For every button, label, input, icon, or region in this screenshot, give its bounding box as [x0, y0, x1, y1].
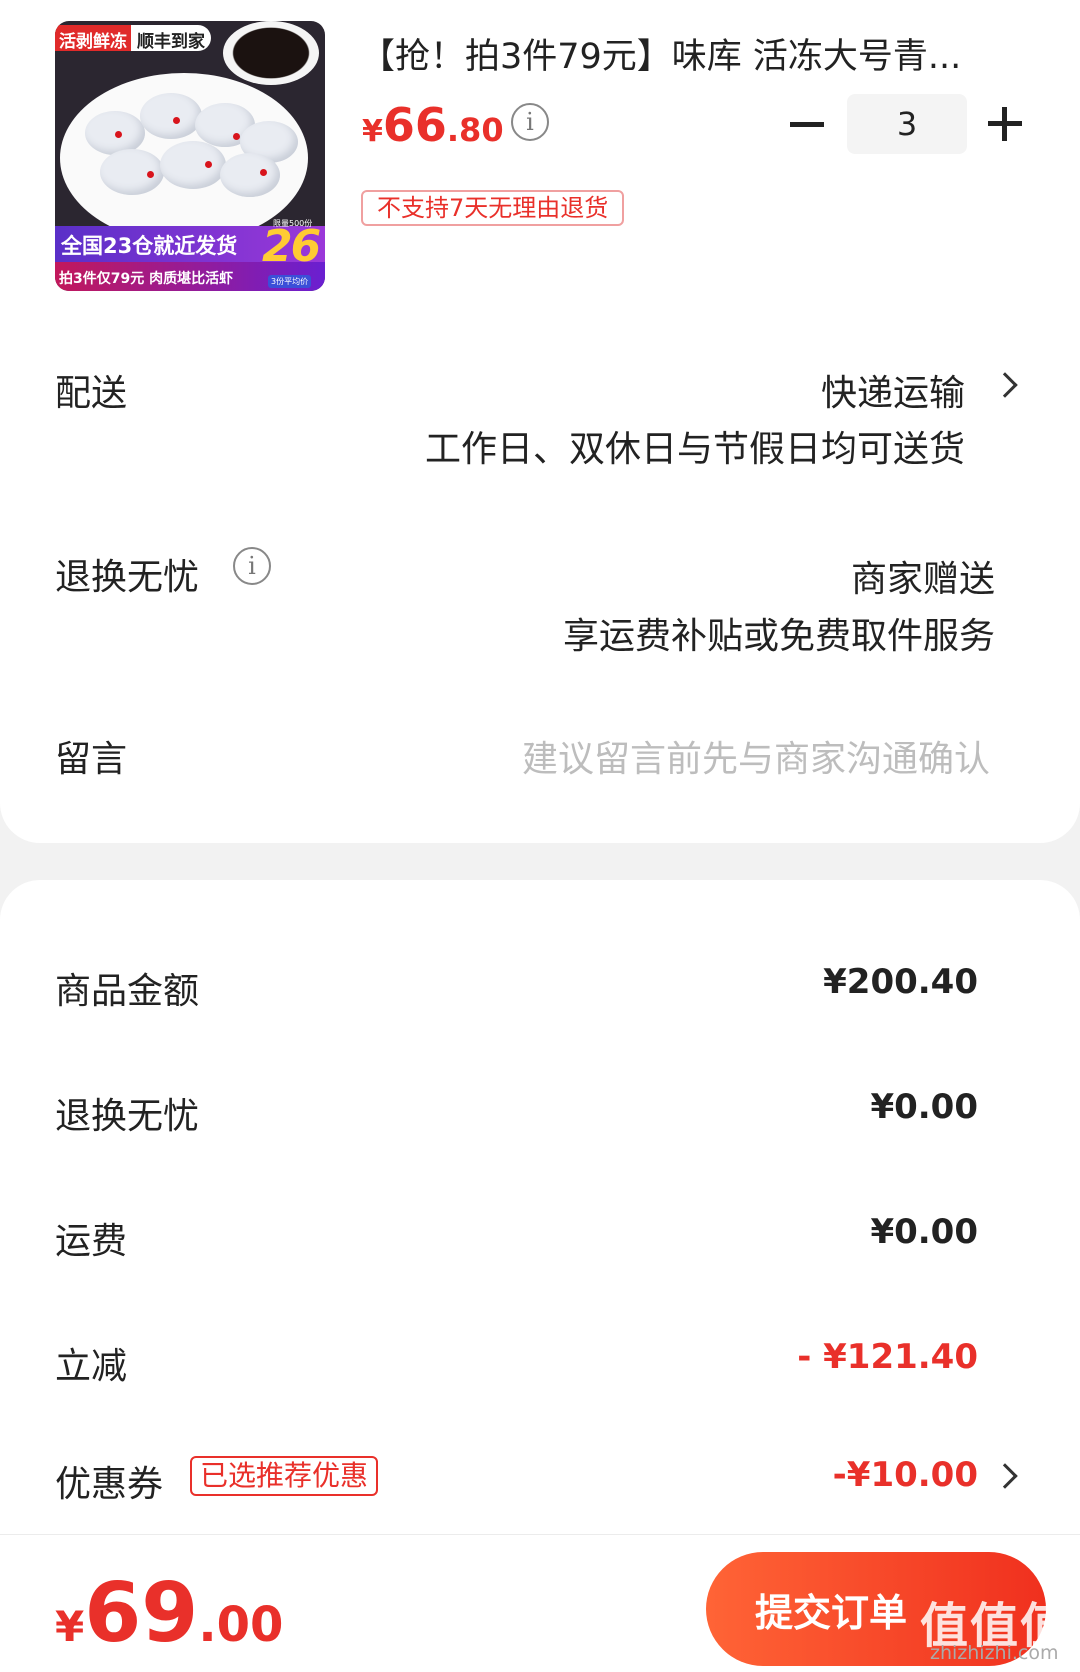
chili	[147, 171, 154, 178]
coupon-tag: 已选推荐优惠	[190, 1456, 379, 1496]
coupon-label: 优惠券	[55, 1464, 164, 1505]
image-big-number: 26	[262, 221, 321, 272]
total-decimal: .00	[198, 1597, 284, 1653]
return-fee-label: 退换无忧	[55, 1096, 200, 1137]
chili	[233, 133, 240, 140]
image-top-tag: 活剥鲜冻 顺丰到家	[55, 25, 211, 52]
image-tag-white: 顺丰到家	[131, 25, 211, 52]
quantity-input[interactable]: 3	[847, 94, 967, 154]
return-fee-value: ¥0.00	[870, 1087, 978, 1127]
shipping-label: 运费	[55, 1221, 128, 1262]
return-service-value: 商家赠送	[850, 559, 995, 600]
return-service-label: 退换无忧	[55, 557, 200, 598]
minus-icon[interactable]	[790, 122, 824, 127]
image-tag-red: 活剥鲜冻	[55, 25, 131, 52]
shrimp	[160, 141, 226, 189]
coupon-value: -¥10.00	[832, 1455, 978, 1495]
total-price: ¥ 69 .00	[55, 1566, 283, 1661]
total-symbol: ¥	[55, 1602, 85, 1651]
product-thumbnail[interactable]: 活剥鲜冻 顺丰到家 全国23仓就近发货 拍3件仅79元 肉质堪比活虾 限量500…	[55, 21, 325, 291]
watermark-url: zhizhizhi.com	[930, 1642, 1059, 1664]
delivery-label: 配送	[55, 373, 128, 414]
price-symbol: ¥	[362, 114, 383, 149]
shrimp	[100, 149, 164, 195]
sauce-dish	[223, 21, 319, 85]
delivery-detail: 工作日、双休日与节假日均可送货	[424, 429, 965, 470]
shrimp	[220, 153, 280, 197]
price-decimal: .80	[446, 111, 504, 149]
order-info-card: 活剥鲜冻 顺丰到家 全国23仓就近发货 拍3件仅79元 肉质堪比活虾 限量500…	[0, 0, 1080, 843]
total-integer: 69	[84, 1566, 199, 1661]
price-integer: 66	[382, 98, 447, 152]
discount-label: 立减	[55, 1346, 128, 1387]
return-info-icon[interactable]: i	[233, 547, 271, 585]
unit-price: ¥ 66 .80	[362, 98, 504, 152]
shrimp	[140, 93, 202, 139]
delivery-method: 快递运输	[820, 373, 965, 414]
message-input[interactable]: 建议留言前先与商家沟通确认	[522, 730, 990, 782]
discount-value: - ¥121.40	[797, 1337, 978, 1377]
price-info-icon[interactable]: i	[511, 103, 549, 141]
shipping-value: ¥0.00	[870, 1212, 978, 1252]
goods-amount-value: ¥200.40	[823, 962, 978, 1002]
goods-amount-label: 商品金额	[55, 971, 200, 1012]
chevron-right-icon	[992, 372, 1018, 398]
chili	[173, 117, 180, 124]
plus-icon[interactable]	[988, 107, 1022, 141]
no-return-badge: 不支持7天无理由退货	[361, 190, 625, 226]
product-title[interactable]: 【抢！拍3件79元】味库 活冻大号青...	[360, 28, 1020, 79]
chili	[260, 169, 267, 176]
chili	[205, 161, 212, 168]
chili	[115, 131, 122, 138]
return-service-detail: 享运费补贴或免费取件服务	[562, 616, 995, 657]
image-note-bottom: 3份平均价	[268, 275, 312, 288]
message-label: 留言	[55, 739, 128, 780]
